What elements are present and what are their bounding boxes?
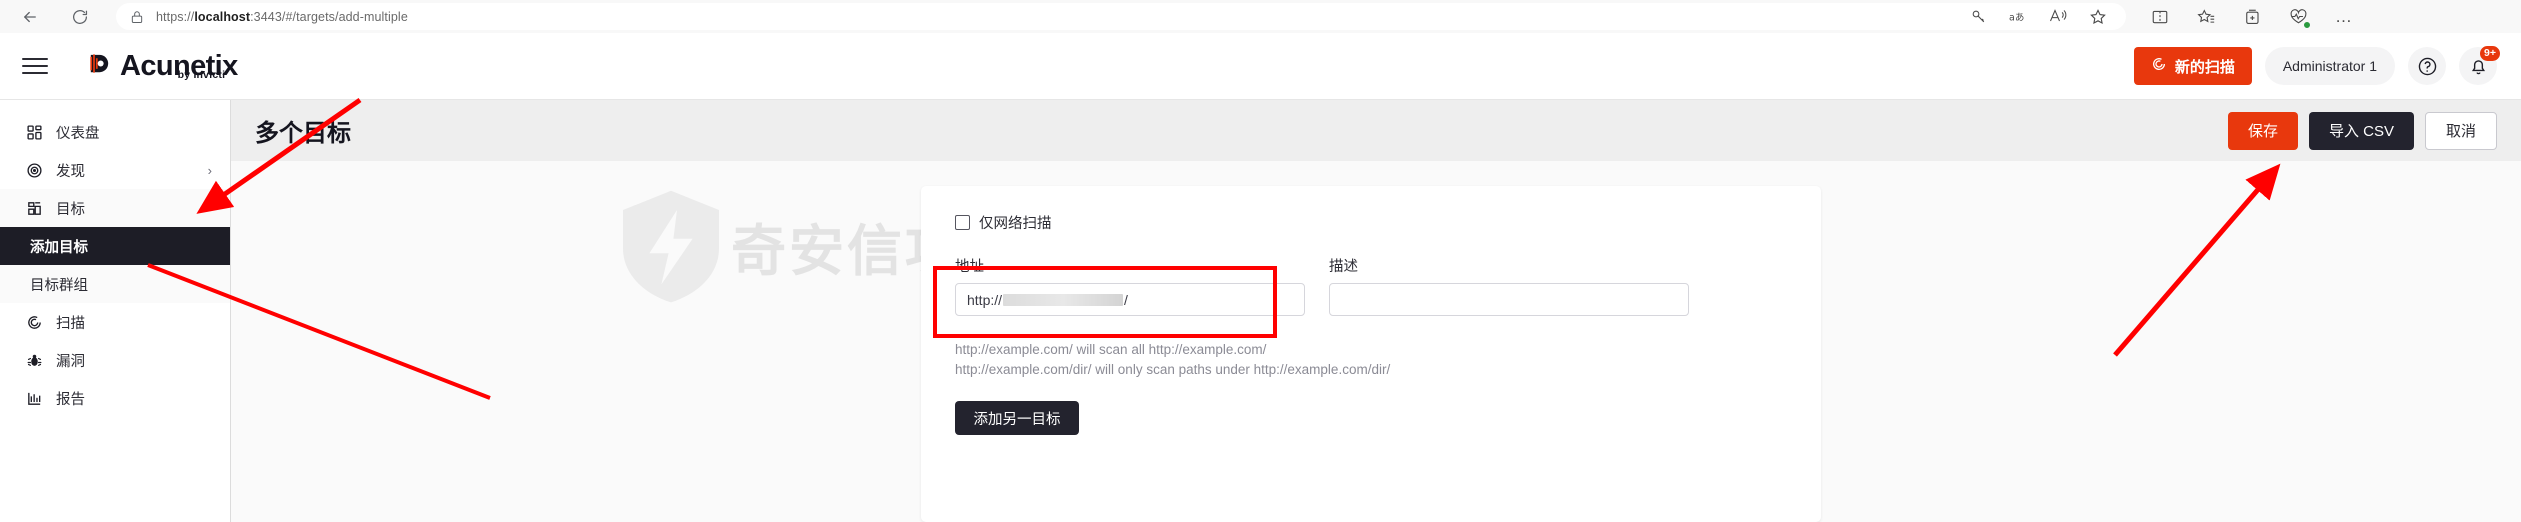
description-label: 描述 — [1329, 259, 1358, 275]
user-menu[interactable]: Administrator 1 — [2264, 47, 2395, 85]
address-input[interactable]: http:// / — [955, 283, 1305, 316]
address-value-redacted — [1003, 293, 1124, 306]
user-label: Administrator 1 — [2282, 58, 2377, 74]
sidebar-label: 发现 — [56, 163, 85, 180]
favorite-star-icon[interactable] — [2088, 7, 2108, 27]
essentials-status-dot — [2303, 20, 2311, 29]
address-help-text: http://example.com/ will scan all http:/… — [955, 340, 1787, 379]
sidebar-item-targets[interactable]: 目标 ⌄ — [0, 189, 230, 227]
back-button[interactable] — [10, 3, 50, 31]
target-form-card: 仅网络扫描 地址 http:/// 描述 http://example.com/… — [921, 186, 1821, 522]
address-bar[interactable]: https://localhost:3443/#/targets/add-mul… — [116, 3, 2126, 30]
sidebar-item-dashboard[interactable]: 仪表盘 — [0, 113, 230, 151]
favorites-list-icon[interactable] — [2196, 7, 2216, 27]
discovery-target-icon — [26, 162, 52, 179]
sidebar: 仪表盘 发现 › 目标 ⌄ 添加目标 目标群组 扫描 漏洞 报告 — [0, 100, 231, 522]
brand-logo[interactable]: Acunetix by Invicti — [86, 51, 238, 81]
brand-subtitle: by Invicti — [177, 69, 226, 81]
browser-toolbar: https://localhost:3443/#/targets/add-mul… — [0, 0, 2521, 33]
network-only-row[interactable]: 仅网络扫描 — [955, 212, 1787, 233]
svg-text:aあ: aあ — [2009, 12, 2024, 23]
sidebar-label: 漏洞 — [56, 353, 85, 370]
address-value-prefix: http:// — [967, 291, 1003, 308]
help-line-2: http://example.com/dir/ will only scan p… — [955, 361, 1391, 377]
new-scan-label: 新的扫描 — [2174, 58, 2235, 76]
sidebar-label: 添加目标 — [30, 239, 88, 256]
notification-badge: 9+ — [2480, 46, 2500, 62]
save-button[interactable]: 保存 — [2227, 111, 2298, 150]
address-field: 地址 http:// / — [955, 255, 1305, 316]
reports-chart-icon — [26, 390, 52, 407]
sidebar-label: 目标 — [56, 201, 85, 218]
targets-icon — [26, 200, 52, 217]
sidebar-item-discovery[interactable]: 发现 › — [0, 151, 230, 189]
content-area: 奇安信攻防社区 仅网络扫描 地址 http:/// 描述 — [231, 161, 2521, 522]
url-text: https://localhost:3443/#/targets/add-mul… — [156, 9, 408, 24]
add-another-target-button[interactable]: 添加另一目标 — [955, 401, 1079, 436]
screenshot-root: https://localhost:3443/#/targets/add-mul… — [0, 0, 2521, 522]
scans-icon — [26, 314, 52, 331]
dashboard-icon — [26, 124, 52, 141]
help-button[interactable] — [2408, 47, 2446, 85]
address-label: 地址 — [955, 259, 984, 275]
sidebar-item-reports[interactable]: 报告 — [0, 379, 230, 417]
sidebar-label: 目标群组 — [30, 277, 88, 294]
import-csv-button[interactable]: 导入 CSV — [2308, 111, 2414, 150]
scan-swirl-icon — [2151, 56, 2167, 76]
chevron-down-icon: ⌄ — [201, 200, 212, 215]
sidebar-item-target-groups[interactable]: 目标群组 — [0, 265, 230, 303]
sidebar-label: 报告 — [56, 391, 85, 408]
site-info-lock-icon[interactable] — [130, 10, 144, 24]
sidebar-item-add-target[interactable]: 添加目标 — [0, 227, 230, 265]
translate-icon[interactable]: aあ — [2008, 7, 2028, 27]
network-only-label: 仅网络扫描 — [979, 216, 1052, 232]
new-scan-button[interactable]: 新的扫描 — [2133, 47, 2252, 85]
read-aloud-icon[interactable] — [2048, 7, 2068, 27]
browser-actions: … — [2150, 7, 2372, 29]
settings-more-icon[interactable]: … — [2334, 7, 2354, 27]
acunetix-mark-icon — [86, 51, 113, 78]
bug-icon — [26, 352, 52, 369]
header-actions: 新的扫描 Administrator 1 9+ — [2133, 46, 2521, 85]
split-screen-icon[interactable] — [2150, 7, 2170, 27]
omnibox-actions: aあ — [1968, 7, 2116, 27]
password-key-icon[interactable] — [1968, 7, 1988, 27]
hamburger-menu-icon[interactable] — [22, 58, 48, 74]
description-field: 描述 — [1329, 255, 1689, 316]
chevron-right-icon: › — [207, 162, 212, 178]
address-value-suffix: / — [1124, 291, 1128, 308]
browser-essentials-icon[interactable] — [2288, 7, 2311, 29]
app-header: Acunetix by Invicti 新的扫描 Administrator 1… — [0, 33, 2521, 100]
page-content: 多个目标 保存 导入 CSV 取消 奇安信攻防社区 仅网络扫描 — [231, 100, 2521, 522]
cancel-button[interactable]: 取消 — [2424, 111, 2497, 150]
reload-button[interactable] — [60, 3, 100, 31]
help-line-1: http://example.com/ will scan all http:/… — [955, 342, 1267, 357]
sidebar-label: 扫描 — [56, 315, 85, 332]
sidebar-item-vulnerabilities[interactable]: 漏洞 — [0, 341, 230, 379]
sidebar-item-scans[interactable]: 扫描 — [0, 303, 230, 341]
page-titlebar: 多个目标 保存 导入 CSV 取消 — [231, 100, 2521, 161]
sidebar-label: 仪表盘 — [56, 125, 100, 142]
collections-icon[interactable] — [2242, 7, 2262, 27]
page-title: 多个目标 — [255, 120, 351, 147]
description-input[interactable] — [1329, 283, 1689, 316]
page-actions: 保存 导入 CSV 取消 — [2227, 111, 2497, 150]
notifications-button[interactable]: 9+ — [2459, 46, 2500, 85]
network-only-checkbox[interactable] — [955, 215, 970, 230]
target-fields-row: 地址 http:// / 描述 — [955, 255, 1787, 316]
